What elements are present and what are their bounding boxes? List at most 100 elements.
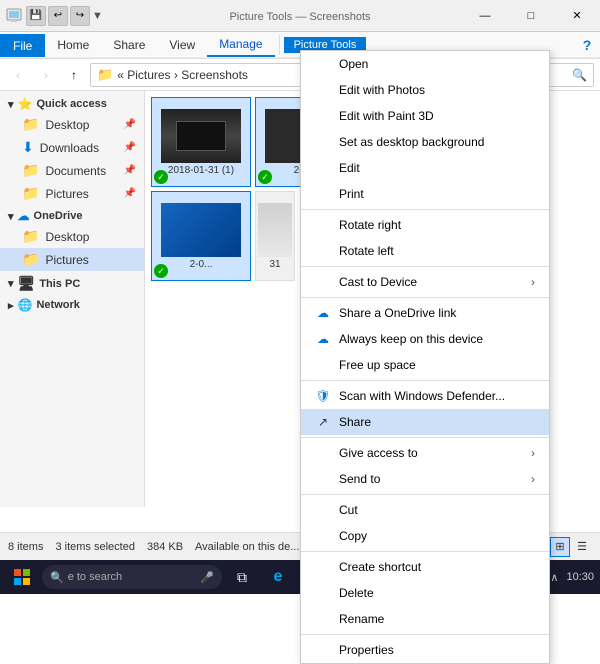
file-label-5: 2-0... [156, 259, 246, 270]
cm-edit-label: Edit [339, 161, 360, 175]
cm-print[interactable]: Print [301, 181, 549, 207]
file-size: 384 KB [147, 541, 183, 553]
quick-access-icon: ⭐ [18, 97, 33, 111]
cm-copy[interactable]: Copy [301, 523, 549, 549]
quick-access-label: Quick access [36, 98, 106, 110]
cm-rename-label: Rename [339, 612, 384, 626]
cm-cast-to-device[interactable]: Cast to Device › [301, 269, 549, 295]
network-header[interactable]: ▸ 🌐 Network [0, 296, 144, 314]
file-item-5[interactable]: ✓ 2-0... [151, 191, 251, 281]
caret-icon: ▾ [8, 98, 14, 111]
close-button[interactable]: ✕ [554, 0, 600, 32]
downloads-label: Downloads [40, 141, 99, 155]
caret-pc: ▾ [8, 277, 14, 290]
thispc-header[interactable]: ▾ 🖥 This PC [0, 273, 144, 294]
sidebar-item-od-pictures[interactable]: 📁 Pictures [0, 248, 144, 271]
rename-icon [315, 611, 331, 627]
edge-button[interactable]: e [262, 561, 294, 593]
file-item-1[interactable]: ✓ 2018-01-31 (1) [151, 97, 251, 187]
context-menu: Open Edit with Photos Edit with Paint 3D… [300, 50, 550, 664]
tab-manage[interactable]: Manage [207, 33, 274, 57]
sidebar-item-desktop[interactable]: 📁 Desktop 📌 [0, 113, 144, 136]
od-desktop-icon: 📁 [22, 228, 39, 245]
cm-open[interactable]: Open [301, 51, 549, 77]
free-up-icon [315, 357, 331, 373]
file-label-6: 31 [258, 259, 292, 270]
search-placeholder-text: e to search [68, 571, 122, 583]
check-badge-2: ✓ [258, 170, 272, 184]
cm-edit[interactable]: Edit [301, 155, 549, 181]
cm-rotate-left[interactable]: Rotate left [301, 238, 549, 264]
cm-rename[interactable]: Rename [301, 606, 549, 632]
thumbnail-6 [258, 203, 292, 257]
pictures-label: Pictures [45, 187, 88, 201]
cm-share-od-label: Share a OneDrive link [339, 306, 456, 320]
cm-always-keep[interactable]: ☁ Always keep on this device [301, 326, 549, 352]
pin-icon-pics: 📌 [124, 188, 136, 199]
network-section: ▸ 🌐 Network [0, 296, 144, 314]
cm-share-onedrive[interactable]: ☁ Share a OneDrive link [301, 300, 549, 326]
cm-delete[interactable]: Delete [301, 580, 549, 606]
pin-icon: 📌 [124, 119, 136, 130]
undo-qa-icon[interactable]: ↩ [48, 6, 68, 26]
cm-cut[interactable]: Cut [301, 497, 549, 523]
help-button[interactable]: ? [574, 32, 600, 58]
cm-set-desktop[interactable]: Set as desktop background [301, 129, 549, 155]
taskbar-search[interactable]: 🔍 e to search 🎤 [42, 565, 222, 589]
onedrive-header[interactable]: ▾ ☁ OneDrive [0, 207, 144, 225]
list-view-button[interactable]: ☰ [572, 537, 592, 557]
cm-edit-paint3d-label: Edit with Paint 3D [339, 109, 434, 123]
cm-scan-defender[interactable]: 🛡 Scan with Windows Defender... [301, 383, 549, 409]
folder-icon: 📁 [22, 116, 39, 133]
defender-icon: 🛡 [315, 388, 331, 404]
cm-properties[interactable]: Properties [301, 637, 549, 663]
cm-edit-photos[interactable]: Edit with Photos [301, 77, 549, 103]
task-view-button[interactable]: ⧉ [226, 561, 258, 593]
app-icon [6, 8, 22, 24]
sidebar-item-pictures[interactable]: 📁 Pictures 📌 [0, 182, 144, 205]
cm-send-to-label: Send to [339, 472, 380, 486]
cm-shortcut-label: Create shortcut [339, 560, 421, 574]
cm-set-desktop-label: Set as desktop background [339, 135, 484, 149]
cm-give-access[interactable]: Give access to › [301, 440, 549, 466]
cm-share[interactable]: ↗ Share [301, 409, 549, 435]
maximize-button[interactable]: □ [508, 0, 554, 32]
title-separator: — [295, 11, 309, 23]
tab-home[interactable]: Home [45, 34, 101, 56]
tab-view[interactable]: View [157, 34, 207, 56]
large-icons-button[interactable]: ⊞ [550, 537, 570, 557]
tab-file[interactable]: File [0, 34, 45, 57]
cm-properties-label: Properties [339, 643, 394, 657]
tab-share[interactable]: Share [101, 34, 157, 56]
cm-rotate-left-label: Rotate left [339, 244, 394, 258]
caret-net: ▸ [8, 299, 14, 312]
sidebar-item-downloads[interactable]: ⬇ Downloads 📌 [0, 136, 144, 159]
system-tray: ∧ [550, 571, 558, 584]
cm-edit-paint3d[interactable]: Edit with Paint 3D [301, 103, 549, 129]
cm-give-access-label: Give access to [339, 446, 418, 460]
cm-send-to[interactable]: Send to › [301, 466, 549, 492]
available-text: Available on this de... [195, 541, 299, 553]
forward-button[interactable]: › [34, 63, 58, 87]
back-button[interactable]: ‹ [6, 63, 30, 87]
redo-qa-icon[interactable]: ↪ [70, 6, 90, 26]
save-qa-icon[interactable]: 💾 [26, 6, 46, 26]
sidebar-item-od-desktop[interactable]: 📁 Desktop [0, 225, 144, 248]
start-button[interactable] [6, 561, 38, 593]
downloads-icon: ⬇ [22, 139, 34, 156]
sidebar-item-documents[interactable]: 📁 Documents 📌 [0, 159, 144, 182]
up-button[interactable]: ↑ [62, 63, 86, 87]
picture-tools-tab-label: Picture Tools [229, 11, 292, 23]
cm-rotate-right[interactable]: Rotate right [301, 212, 549, 238]
edit-icon [315, 160, 331, 176]
minimize-button[interactable]: — [462, 0, 508, 32]
cm-create-shortcut[interactable]: Create shortcut [301, 554, 549, 580]
od-desktop-label: Desktop [45, 230, 89, 244]
qa-dropdown[interactable]: ▼ [92, 10, 103, 22]
file-item-6[interactable]: 31 [255, 191, 295, 281]
separator-4 [301, 380, 549, 381]
open-icon [315, 56, 331, 72]
quick-access-header[interactable]: ▾ ⭐ Quick access [0, 95, 144, 113]
cm-free-up[interactable]: Free up space [301, 352, 549, 378]
cm-free-up-label: Free up space [339, 358, 416, 372]
